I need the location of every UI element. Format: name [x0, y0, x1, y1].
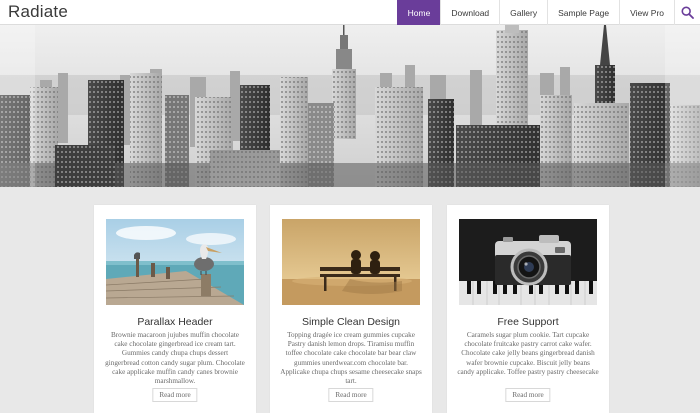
parallax-header-image	[0, 25, 700, 187]
vintage-camera-photo	[459, 219, 597, 305]
couple-bench-sunset-photo	[282, 219, 420, 305]
page: Radiate Home Download Gallery Sample Pag…	[0, 0, 700, 413]
feature-cards: Parallax Header Brownie macaroon jujubes…	[0, 205, 700, 413]
feature-card: Parallax Header Brownie macaroon jujubes…	[94, 205, 256, 413]
nav-item-gallery[interactable]: Gallery	[499, 0, 547, 25]
vintage-camera-image	[459, 219, 597, 305]
feature-card: Simple Clean Design Topping dragée ice c…	[270, 205, 432, 413]
search-icon	[681, 6, 694, 19]
nav-item-download[interactable]: Download	[440, 0, 499, 25]
card-description: Topping dragée ice cream gummies cupcake…	[280, 331, 422, 386]
read-more-button[interactable]: Read more	[152, 388, 198, 402]
nav-item-home[interactable]: Home	[396, 0, 441, 25]
couple-bench-image	[282, 219, 420, 305]
read-more-button[interactable]: Read more	[328, 388, 374, 402]
pelican-pier-photo	[106, 219, 244, 305]
site-header: Radiate Home Download Gallery Sample Pag…	[0, 0, 700, 25]
card-title: Parallax Header	[137, 316, 213, 328]
card-description: Caramels sugar plum cookie. Tart cupcake…	[457, 331, 599, 376]
nav-item-sample-page[interactable]: Sample Page	[547, 0, 619, 25]
read-more-button[interactable]: Read more	[505, 388, 551, 402]
pelican-pier-image	[106, 219, 244, 305]
main-navigation: Home Download Gallery Sample Page View P…	[396, 0, 674, 25]
city-skyline-illustration	[0, 25, 700, 187]
card-title: Free Support	[497, 316, 559, 328]
site-title[interactable]: Radiate	[8, 2, 68, 22]
card-title: Simple Clean Design	[301, 316, 401, 328]
nav-item-view-pro[interactable]: View Pro	[619, 0, 674, 25]
card-description: Brownie macaroon jujubes muffin chocolat…	[105, 331, 245, 386]
feature-card: Free Support Caramels sugar plum cookie.…	[447, 205, 609, 413]
search-button[interactable]	[674, 0, 700, 25]
